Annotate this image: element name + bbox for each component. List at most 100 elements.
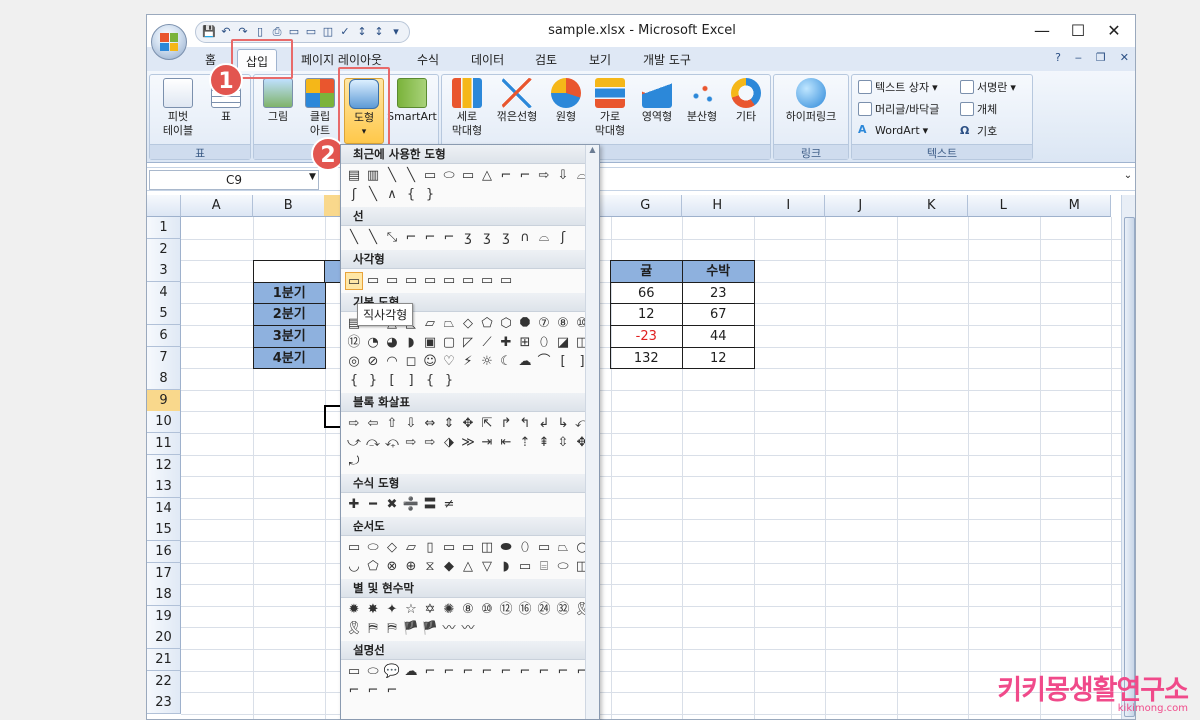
maximize-button[interactable]: ☐	[1063, 21, 1093, 40]
shape-option-icon[interactable]: ⌐	[497, 167, 515, 185]
shape-option-icon[interactable]: ⌐	[535, 663, 553, 681]
shape-option-icon[interactable]: ◻	[402, 353, 420, 371]
shape-option-icon[interactable]: ⑧	[459, 601, 477, 619]
tab-formulas[interactable]: 수식	[417, 51, 439, 68]
shape-option-icon[interactable]: ▭	[516, 558, 534, 576]
doc-close-icon[interactable]: ✕	[1120, 51, 1129, 64]
shape-option-icon[interactable]: ⌐	[516, 167, 534, 185]
shape-option-icon[interactable]: ✚	[497, 334, 515, 352]
shape-option-icon[interactable]: {	[345, 372, 363, 390]
row-header-21[interactable]: 21	[147, 649, 181, 671]
shape-option-icon[interactable]: ⌐	[478, 663, 496, 681]
shape-option-icon[interactable]: ↲	[535, 415, 553, 433]
shape-option-icon[interactable]: ʒ	[478, 229, 496, 247]
shape-option-icon[interactable]: 🏴	[421, 620, 439, 638]
shape-option-icon[interactable]: ⌐	[440, 663, 458, 681]
shape-option-icon[interactable]: ▣	[421, 334, 439, 352]
shape-option-icon[interactable]: ⑫	[497, 601, 515, 619]
gallery-scrollbar[interactable]: ▲	[585, 145, 599, 719]
shape-option-icon[interactable]: ⑫	[345, 334, 363, 352]
shape-option-icon[interactable]: ⑧	[554, 315, 572, 333]
cell-h4[interactable]: 23	[682, 281, 755, 305]
shape-option-icon[interactable]: ⬭	[364, 539, 382, 557]
shape-option-icon[interactable]: [	[554, 353, 572, 371]
shape-option-icon[interactable]: ▭	[364, 272, 382, 290]
shape-option-icon[interactable]: {	[421, 372, 439, 390]
shape-option-icon[interactable]: ▭	[440, 272, 458, 290]
shape-option-icon[interactable]: ⇧	[383, 415, 401, 433]
cell-h7[interactable]: 12	[682, 346, 755, 370]
cell-b4[interactable]: 1분기	[253, 281, 326, 305]
shape-option-icon[interactable]: ≫	[459, 434, 477, 452]
shape-option-icon[interactable]: ⇩	[402, 415, 420, 433]
row-header-15[interactable]: 15	[147, 519, 181, 542]
smartart-button[interactable]: SmartArt	[386, 78, 438, 124]
shape-option-icon[interactable]: ▭	[535, 539, 553, 557]
shape-option-icon[interactable]: ▭	[345, 539, 363, 557]
row-header-10[interactable]: 10	[147, 411, 181, 434]
shape-option-icon[interactable]: △	[459, 558, 477, 576]
shape-option-icon[interactable]: ▥	[364, 167, 382, 185]
tab-view[interactable]: 보기	[589, 51, 611, 68]
shape-option-icon[interactable]: ⛿	[364, 620, 382, 638]
shape-option-icon[interactable]: ⊘	[364, 353, 382, 371]
shape-option-icon[interactable]: ▭	[421, 167, 439, 185]
shape-option-icon[interactable]: ▭	[459, 539, 477, 557]
shape-option-icon[interactable]: ▭	[421, 272, 439, 290]
shape-option-icon[interactable]: ⇤	[497, 434, 515, 452]
shape-option-icon[interactable]: ↳	[554, 415, 572, 433]
shape-option-icon[interactable]: ⊗	[383, 558, 401, 576]
shape-option-icon[interactable]: }	[364, 372, 382, 390]
tab-data[interactable]: 데이터	[471, 51, 504, 68]
shape-option-icon[interactable]: ⌐	[497, 663, 515, 681]
shape-option-icon[interactable]: ⊕	[402, 558, 420, 576]
row-header-19[interactable]: 19	[147, 605, 181, 628]
column-header-i[interactable]: I	[753, 195, 825, 217]
shape-option-icon[interactable]: ⇱	[478, 415, 496, 433]
object-button[interactable]: 개체	[960, 101, 997, 117]
shape-option-icon[interactable]: ⌓	[535, 229, 553, 247]
cell-h5[interactable]: 67	[682, 303, 755, 326]
doc-minimize-icon[interactable]: ‒	[1075, 51, 1082, 64]
shape-option-icon[interactable]: {	[402, 186, 420, 204]
shape-option-icon[interactable]: ⬯	[535, 334, 553, 352]
shape-option-icon[interactable]: ▢	[440, 334, 458, 352]
row-header-1[interactable]: 1	[147, 217, 181, 239]
column-header-k[interactable]: K	[896, 195, 968, 217]
column-header-b[interactable]: B	[253, 195, 325, 217]
shape-option-icon[interactable]: ⌐	[516, 663, 534, 681]
close-button[interactable]: ✕	[1099, 21, 1129, 40]
shape-option-icon[interactable]: ]	[402, 372, 420, 390]
shape-option-icon[interactable]: ▭	[345, 272, 363, 290]
shape-option-icon[interactable]: ⌐	[383, 682, 401, 700]
shape-option-icon[interactable]: ↱	[497, 415, 515, 433]
bar-chart-button[interactable]: 가로 막대형	[588, 78, 632, 138]
shape-option-icon[interactable]: ⟋	[478, 334, 496, 352]
pie-chart-button[interactable]: 원형	[546, 78, 586, 124]
row-header-16[interactable]: 16	[147, 541, 181, 563]
shape-option-icon[interactable]: ▱	[402, 539, 420, 557]
shape-option-icon[interactable]: ▭	[459, 167, 477, 185]
shape-option-icon[interactable]: ⬯	[516, 539, 534, 557]
name-box[interactable]: C9	[149, 170, 319, 190]
row-header-12[interactable]: 12	[147, 454, 181, 477]
shape-option-icon[interactable]: ≠	[440, 496, 458, 514]
shape-option-icon[interactable]: ⌐	[364, 682, 382, 700]
cell-b7[interactable]: 4분기	[253, 346, 326, 370]
shape-option-icon[interactable]: ▭	[402, 272, 420, 290]
shape-option-icon[interactable]: ⇳	[554, 434, 572, 452]
shape-option-icon[interactable]: ▭	[345, 663, 363, 681]
spreadsheet-grid[interactable]: ABCDEFGHIJKLM 12345678910111213141516171…	[147, 195, 1121, 719]
shape-option-icon[interactable]: ⑩	[478, 601, 496, 619]
minimize-button[interactable]: —	[1027, 21, 1057, 40]
cell-g3[interactable]: 귤	[610, 260, 683, 283]
shape-option-icon[interactable]: ♡	[440, 353, 458, 371]
shape-option-icon[interactable]: ▭	[478, 272, 496, 290]
shape-option-icon[interactable]: ⇔	[421, 415, 439, 433]
shape-option-icon[interactable]: ⇡	[516, 434, 534, 452]
row-header-23[interactable]: 23	[147, 692, 181, 715]
shape-option-icon[interactable]: ▭	[497, 272, 515, 290]
shape-option-icon[interactable]: ⛿	[383, 620, 401, 638]
shape-option-icon[interactable]: ◡	[345, 558, 363, 576]
cell-h3[interactable]: 수박	[682, 260, 755, 283]
